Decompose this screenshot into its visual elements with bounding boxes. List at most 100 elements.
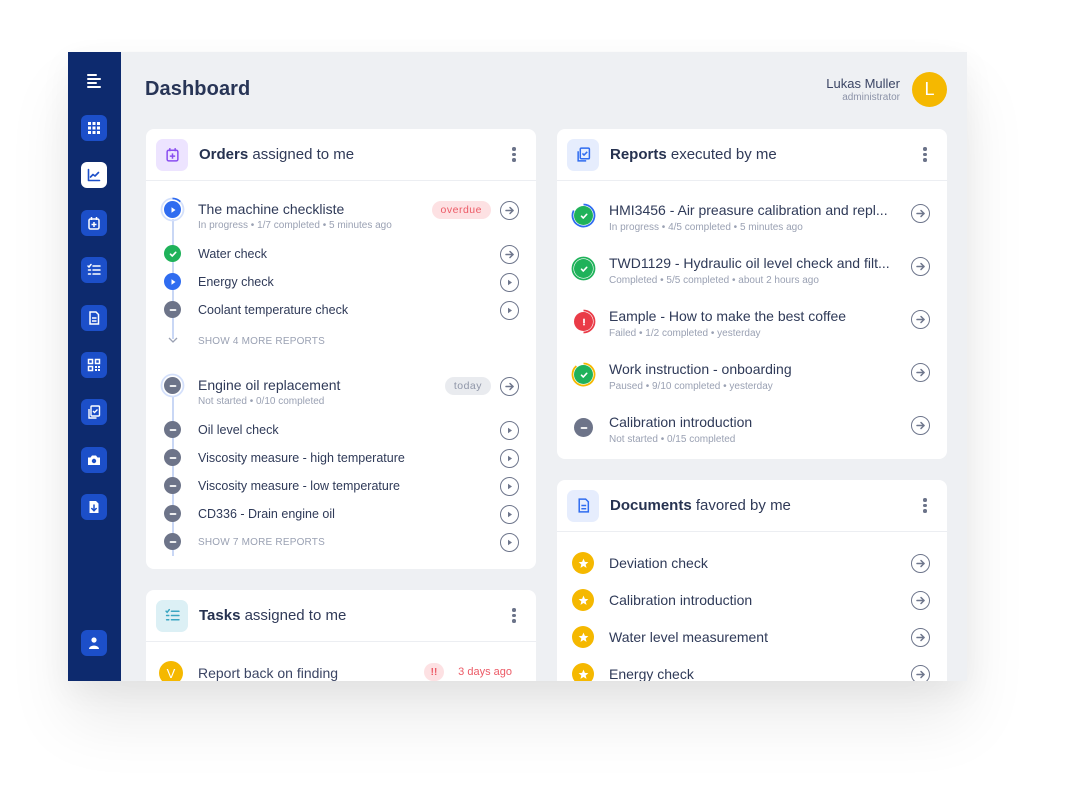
copy-check-icon [88, 405, 101, 419]
sidebar-item-tasks[interactable] [81, 257, 107, 283]
open-arrow-icon[interactable] [911, 664, 930, 681]
more-options-icon[interactable] [504, 145, 524, 165]
open-arrow-icon[interactable] [911, 310, 930, 329]
qr-code-icon [87, 358, 101, 372]
document-title: Energy check [609, 666, 694, 681]
order-item-label: Viscosity measure - low temperature [198, 479, 400, 493]
open-arrow-icon[interactable] [911, 363, 930, 382]
more-options-icon[interactable] [915, 145, 935, 165]
play-icon[interactable] [500, 449, 519, 468]
open-arrow-icon[interactable] [911, 257, 930, 276]
order-item[interactable]: Water check [146, 245, 536, 264]
order-group[interactable]: Engine oil replacement Not started • 0/1… [146, 373, 536, 413]
open-arrow-icon[interactable] [911, 627, 930, 647]
open-arrow-icon[interactable] [500, 201, 519, 220]
order-item[interactable]: Energy check [146, 273, 536, 292]
open-arrow-icon[interactable] [911, 553, 930, 573]
order-group[interactable]: The machine checkliste In progress • 1/7… [146, 197, 536, 237]
open-arrow-icon[interactable] [911, 416, 930, 435]
user-info: Lukas Muller administrator [826, 76, 900, 103]
checklist-icon [87, 263, 101, 275]
report-meta: Failed • 1/2 completed • yesterday [609, 328, 761, 339]
show-more-label[interactable]: SHOW 4 MORE REPORTS [198, 336, 325, 347]
report-item[interactable]: TWD1129 - Hydraulic oil level check and … [557, 255, 947, 295]
star-icon[interactable] [572, 626, 594, 648]
report-meta: Completed • 5/5 completed • about 2 hour… [609, 275, 819, 286]
show-more-label[interactable]: SHOW 7 MORE REPORTS [198, 537, 325, 548]
sidebar-item-documents[interactable] [81, 305, 107, 331]
user-icon [89, 637, 99, 649]
chevron-down-icon [164, 334, 181, 351]
open-arrow-icon[interactable] [911, 204, 930, 223]
report-item[interactable]: HMI3456 - Air preasure calibration and r… [557, 202, 947, 242]
order-item[interactable]: Viscosity measure - high temperature [146, 449, 536, 468]
order-title[interactable]: The machine checkliste [198, 201, 392, 217]
order-item-label: CD336 - Drain engine oil [198, 507, 335, 521]
more-options-icon[interactable] [504, 606, 524, 626]
play-icon[interactable] [500, 421, 519, 440]
report-title: Work instruction - onboarding [609, 361, 792, 377]
report-meta: In progress • 4/5 completed • 5 minutes … [609, 222, 803, 233]
completed-icon [164, 245, 181, 262]
report-item[interactable]: Calibration introduction Not started • 0… [557, 414, 947, 454]
play-icon[interactable] [500, 533, 519, 552]
document-icon [89, 311, 100, 325]
show-more-reports[interactable]: SHOW 4 MORE REPORTS [146, 334, 536, 348]
play-icon[interactable] [500, 505, 519, 524]
avatar[interactable]: L [912, 72, 947, 107]
sidebar-item-qr-codes[interactable] [81, 352, 107, 378]
reports-card-header: Reports executed by me [557, 129, 947, 181]
sidebar-item-camera[interactable] [81, 447, 107, 473]
open-arrow-icon[interactable] [500, 377, 519, 396]
completed-icon [571, 203, 596, 228]
play-icon[interactable] [500, 477, 519, 496]
documents-card: Documents favored by me Deviation check … [557, 480, 947, 681]
star-icon[interactable] [572, 663, 594, 681]
not-started-icon [164, 477, 181, 494]
document-item[interactable]: Water level measurement [557, 625, 947, 649]
document-item[interactable]: Calibration introduction [557, 588, 947, 612]
copy-check-icon [567, 138, 599, 171]
open-arrow-icon[interactable] [911, 590, 930, 610]
show-more-reports[interactable]: SHOW 7 MORE REPORTS [146, 533, 536, 552]
document-item[interactable]: Deviation check [557, 551, 947, 575]
tasks-card: Tasks assigned to me V Report back on fi… [146, 590, 536, 681]
report-title: TWD1129 - Hydraulic oil level check and … [609, 255, 890, 271]
sidebar-item-analytics[interactable] [81, 162, 107, 188]
more-options-icon[interactable] [915, 496, 935, 516]
document-icon [567, 489, 599, 522]
document-item[interactable]: Energy check [557, 662, 947, 681]
user-menu[interactable]: Lukas Muller administrator L [826, 72, 947, 107]
order-item-label: Energy check [198, 275, 274, 289]
report-title: HMI3456 - Air preasure calibration and r… [609, 202, 888, 218]
star-icon[interactable] [572, 552, 594, 574]
sidebar-item-orders[interactable] [81, 210, 107, 236]
play-icon[interactable] [500, 273, 519, 292]
report-item[interactable]: Work instruction - onboarding Paused • 9… [557, 361, 947, 401]
in-progress-icon [164, 273, 181, 290]
order-item[interactable]: CD336 - Drain engine oil [146, 505, 536, 524]
sidebar-item-reports[interactable] [81, 399, 107, 425]
file-download-icon [89, 501, 99, 513]
tasks-card-title: Tasks assigned to me [199, 607, 347, 624]
task-item[interactable]: V Report back on finding !! 3 days ago [146, 661, 536, 681]
checklist-icon [156, 599, 188, 632]
menu-icon[interactable] [85, 72, 103, 90]
open-arrow-icon[interactable] [500, 245, 519, 264]
report-title: Eample - How to make the best coffee [609, 308, 847, 324]
not-started-icon [164, 505, 181, 522]
order-item[interactable]: Oil level check [146, 421, 536, 440]
star-icon[interactable] [572, 589, 594, 611]
sidebar-item-apps[interactable] [81, 115, 107, 141]
orders-card-header: Orders assigned to me [146, 129, 536, 181]
play-icon[interactable] [500, 301, 519, 320]
sidebar-item-profile[interactable] [81, 630, 107, 656]
sidebar-item-downloads[interactable] [81, 494, 107, 520]
order-item[interactable]: Coolant temperature check [146, 301, 536, 320]
order-title[interactable]: Engine oil replacement [198, 377, 340, 393]
grid-icon [88, 122, 100, 134]
order-meta: Not started • 0/10 completed [198, 396, 325, 407]
report-item[interactable]: Eample - How to make the best coffee Fai… [557, 308, 947, 348]
order-item[interactable]: Viscosity measure - low temperature [146, 477, 536, 496]
paused-icon [571, 362, 596, 387]
